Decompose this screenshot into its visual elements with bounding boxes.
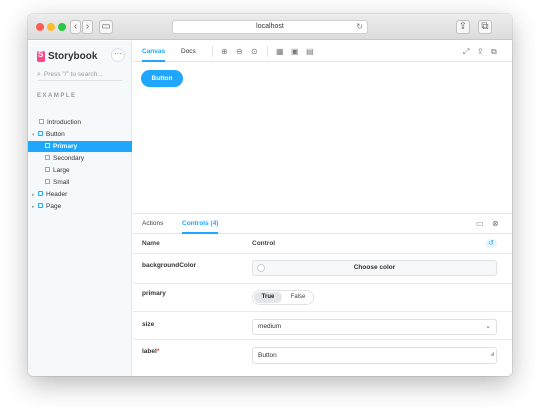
color-picker-input[interactable]: Choose color — [252, 260, 497, 276]
sidebar-item-small[interactable]: Small — [28, 177, 132, 188]
control-row-label: label* Button ◢ — [133, 340, 512, 370]
grid-icon[interactable]: ▦ — [276, 47, 284, 56]
title-bar: ‹ › ▭ localhost ↻ ⇪ ⧉ — [28, 14, 512, 40]
control-name: primary — [142, 290, 166, 297]
sidebar-item-label: Header — [46, 191, 68, 198]
sidebar-item-label: Button — [46, 131, 65, 138]
color-picker-label: Choose color — [353, 264, 396, 271]
control-row-backgroundcolor: backgroundColor Choose color — [133, 254, 512, 284]
search-input[interactable]: ⌕ Press "/" to search... — [37, 69, 123, 81]
sidebar: Storybook ··· ⌕Press "/" to search... EX… — [28, 41, 132, 376]
addons-panel: Actions Controls (4) ▭ ⊗ Name Control ↺ … — [133, 213, 512, 376]
component-icon — [38, 191, 43, 196]
zoom-out-icon[interactable]: ⊖ — [236, 47, 243, 56]
more-options-button[interactable]: ··· — [111, 48, 125, 62]
measure-icon[interactable]: ▤ — [306, 47, 314, 56]
control-row-primary: primary True False — [133, 284, 512, 312]
control-name: backgroundColor — [142, 262, 197, 269]
reload-icon[interactable]: ↻ — [356, 21, 363, 33]
preview-canvas: Button — [133, 62, 512, 213]
toggle-false-option[interactable]: False — [284, 292, 312, 303]
toolbar-divider — [212, 46, 213, 57]
sidebar-item-secondary[interactable]: Secondary — [28, 153, 132, 164]
required-marker: * — [156, 348, 160, 355]
boolean-toggle[interactable]: True False — [252, 290, 314, 305]
sidebar-item-label: Primary — [53, 143, 78, 150]
text-value: Button — [258, 352, 277, 359]
zoom-reset-icon[interactable]: ⊙ — [251, 47, 258, 56]
minimize-window-button[interactable] — [47, 23, 55, 31]
story-icon — [45, 143, 50, 148]
reset-controls-icon[interactable]: ↺ — [485, 239, 497, 248]
panel-tab-bar: Actions Controls (4) ▭ ⊗ — [133, 214, 512, 234]
control-name: size — [142, 321, 155, 328]
url-text: localhost — [256, 23, 284, 30]
storybook-icon — [37, 50, 45, 63]
story-icon — [45, 167, 50, 172]
sidebar-item-introduction[interactable]: Introduction — [28, 117, 132, 128]
search-placeholder: Press "/" to search... — [43, 71, 103, 78]
tab-controls[interactable]: Controls (4) — [182, 214, 219, 234]
resize-handle-icon[interactable]: ◢ — [490, 347, 494, 362]
tab-canvas[interactable]: Canvas — [142, 41, 166, 62]
storybook-logo[interactable]: Storybook — [37, 48, 98, 63]
chevron-left-icon[interactable]: ‹ — [70, 20, 81, 34]
chevron-right-icon[interactable]: › — [82, 20, 93, 34]
component-icon — [38, 131, 43, 136]
sidebar-toggle-icon[interactable]: ▭ — [99, 20, 113, 34]
toolbar-divider — [267, 46, 268, 57]
chevron-down-icon: ⌄ — [485, 323, 491, 330]
control-name: label — [142, 348, 157, 355]
close-panel-icon[interactable]: ⊗ — [492, 219, 499, 228]
component-icon — [38, 203, 43, 208]
sidebar-item-header[interactable]: ▸ Header — [28, 189, 132, 200]
section-label-example: EXAMPLE — [37, 93, 77, 99]
controls-header-row: Name Control ↺ — [133, 234, 512, 254]
sidebar-item-label: Secondary — [53, 155, 85, 162]
control-row-size: size medium ⌄ — [133, 312, 512, 340]
preview-toolbar: Canvas Docs ⊕ ⊖ ⊙ ▦ ▣ ▤ ⤢ ⇪ ⧉ — [133, 41, 512, 62]
background-icon[interactable]: ▣ — [291, 47, 299, 56]
preview-button[interactable]: Button — [141, 70, 183, 87]
panel-layout-icon[interactable]: ▭ — [476, 219, 484, 228]
sidebar-item-label: Introduction — [47, 119, 81, 126]
header-control: Control — [252, 240, 276, 247]
tab-actions[interactable]: Actions — [142, 214, 163, 234]
sidebar-item-page[interactable]: ▸ Page — [28, 201, 132, 212]
copy-icon[interactable]: ⧉ — [491, 47, 497, 56]
search-icon: ⌕ — [37, 71, 41, 78]
share-icon[interactable]: ⇪ — [456, 20, 470, 34]
toggle-true-option[interactable]: True — [254, 292, 282, 303]
doc-icon — [39, 119, 44, 124]
sidebar-item-button[interactable]: ▾ Button — [28, 129, 132, 140]
sidebar-item-label: Small — [53, 179, 70, 186]
control-name-wrap: label* — [142, 348, 159, 355]
zoom-in-icon[interactable]: ⊕ — [221, 47, 228, 56]
sidebar-item-label: Page — [46, 203, 62, 210]
story-icon — [45, 179, 50, 184]
sidebar-item-label: Large — [53, 167, 70, 174]
select-value: medium — [258, 323, 282, 330]
address-bar[interactable]: localhost ↻ — [172, 20, 368, 34]
story-icon — [45, 155, 50, 160]
tabs-icon[interactable]: ⧉ — [478, 20, 492, 34]
size-select[interactable]: medium ⌄ — [252, 319, 497, 335]
tab-docs[interactable]: Docs — [181, 41, 196, 62]
header-name: Name — [142, 240, 160, 247]
close-window-button[interactable] — [36, 23, 44, 31]
maximize-window-button[interactable] — [58, 23, 66, 31]
sidebar-item-large[interactable]: Large — [28, 165, 132, 176]
label-text-input[interactable]: Button ◢ — [252, 347, 497, 364]
sidebar-item-primary[interactable]: Primary — [28, 141, 132, 152]
color-swatch[interactable] — [257, 264, 265, 272]
brand-name: Storybook — [48, 51, 98, 63]
share-icon[interactable]: ⇪ — [477, 47, 484, 56]
fullscreen-icon[interactable]: ⤢ — [463, 47, 469, 56]
browser-window: ‹ › ▭ localhost ↻ ⇪ ⧉ Storybook ··· ⌕Pre… — [28, 14, 512, 376]
